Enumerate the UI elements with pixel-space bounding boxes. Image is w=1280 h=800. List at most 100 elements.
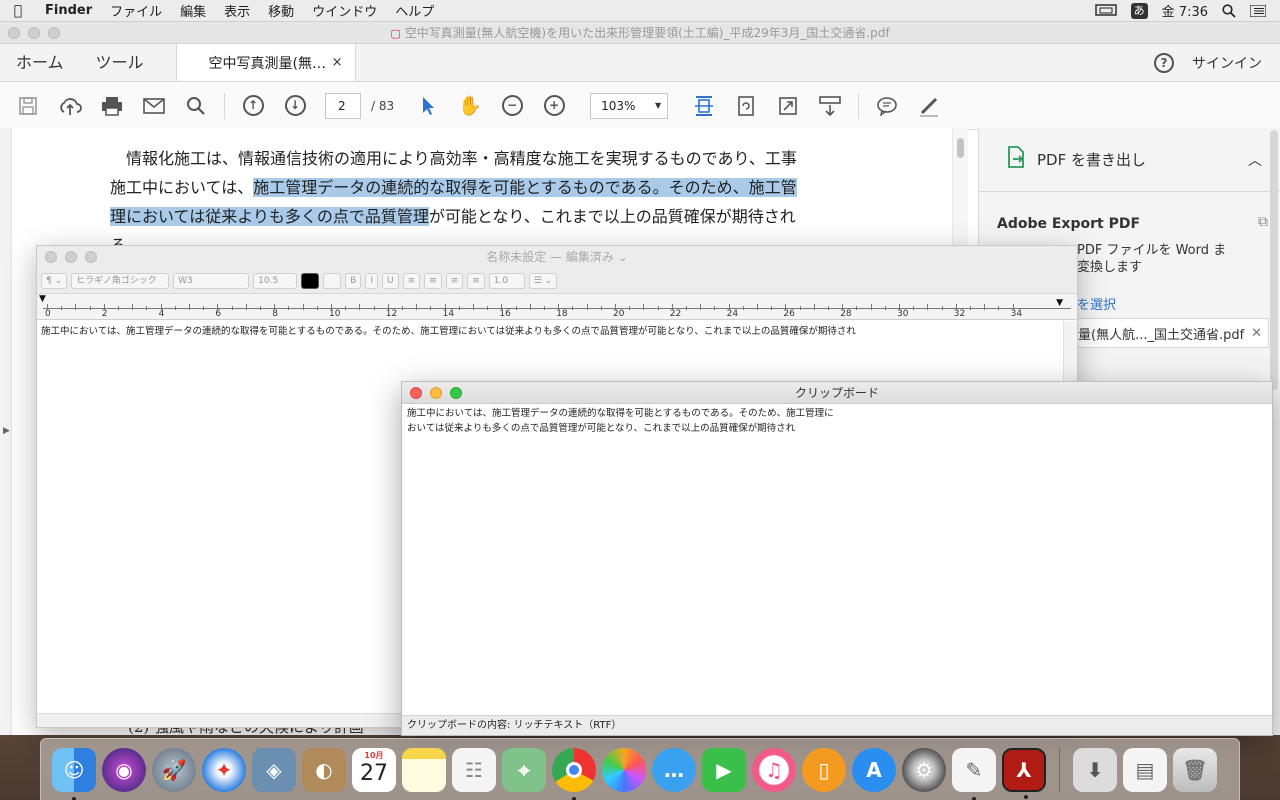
zoom-in-icon[interactable]: + bbox=[538, 90, 570, 122]
textedit-minimize-button[interactable] bbox=[65, 251, 77, 263]
page-number-input[interactable]: 2 bbox=[325, 92, 361, 119]
system-preferences-icon[interactable]: ⚙ bbox=[902, 747, 946, 792]
photos-icon[interactable] bbox=[602, 747, 646, 792]
launchpad-icon[interactable]: 🚀 bbox=[152, 747, 196, 792]
ruler[interactable]: ▼ 0 2 4 6 8 10 12 14 16 18 20 22 24 26 28 30 32 34 ▼ bbox=[37, 294, 1077, 320]
underline-button[interactable]: U bbox=[381, 272, 399, 289]
print-icon[interactable] bbox=[96, 90, 128, 122]
spotlight-search-icon[interactable] bbox=[1222, 3, 1236, 18]
finder-icon[interactable]: ☺ bbox=[52, 747, 96, 800]
clipboard-zoom-button[interactable] bbox=[450, 387, 462, 399]
highlight-pen-icon[interactable] bbox=[913, 90, 945, 122]
align-center-icon[interactable]: ≡ bbox=[424, 272, 442, 289]
line-spacing-select[interactable]: 1.0 bbox=[488, 272, 525, 289]
selected-file-field[interactable]: 量(無人航..._国土交通省.pdf ✕ bbox=[1073, 318, 1269, 348]
airplay-icon[interactable] bbox=[1094, 3, 1117, 18]
next-page-icon[interactable]: ↓ bbox=[279, 90, 311, 122]
chrome-icon[interactable] bbox=[552, 747, 596, 800]
chevron-up-icon[interactable]: ︿ bbox=[1248, 150, 1262, 170]
menu-file[interactable]: ファイル bbox=[101, 1, 171, 20]
left-indent-marker[interactable]: ▼ bbox=[39, 294, 46, 304]
remove-file-icon[interactable]: ✕ bbox=[1251, 326, 1262, 341]
trash-icon[interactable]: 🗑 bbox=[1173, 747, 1217, 792]
notification-center-icon[interactable] bbox=[1250, 4, 1266, 17]
clipboard-titlebar[interactable]: クリップボード bbox=[402, 382, 1272, 404]
previous-page-icon[interactable]: ↑ bbox=[237, 90, 269, 122]
menu-go[interactable]: 移動 bbox=[259, 1, 303, 20]
rotate-page-icon[interactable] bbox=[730, 90, 762, 122]
menu-app-finder[interactable]: Finder bbox=[36, 3, 101, 18]
export-pdf-header[interactable]: PDF を書き出し ︿ bbox=[979, 128, 1280, 192]
menu-help[interactable]: ヘルプ bbox=[386, 1, 443, 20]
reminders-icon[interactable]: ☷ bbox=[452, 747, 496, 792]
scroll-mode-icon[interactable] bbox=[814, 90, 846, 122]
acrobat-minimize-button[interactable] bbox=[28, 27, 40, 39]
paragraph-style-select[interactable]: ¶ ⌄ bbox=[41, 272, 68, 289]
font-size-select[interactable]: 10.5 bbox=[253, 272, 298, 289]
pane-scrollbar[interactable] bbox=[1270, 130, 1278, 390]
select-file-link[interactable]: を選択 bbox=[1077, 294, 1116, 313]
apple-menu-icon[interactable]:  bbox=[0, 3, 36, 19]
bold-button[interactable]: B bbox=[345, 272, 362, 289]
background-color-well[interactable] bbox=[323, 272, 342, 289]
close-tab-icon[interactable]: × bbox=[332, 55, 343, 70]
textedit-icon[interactable]: ✎ bbox=[952, 747, 996, 800]
clipboard-close-button[interactable] bbox=[410, 387, 422, 399]
textedit-zoom-button[interactable] bbox=[85, 251, 97, 263]
calendar-icon[interactable]: 10月 27 bbox=[352, 747, 396, 792]
copy-icon[interactable]: ⧉ bbox=[1258, 214, 1268, 230]
acrobat-titlebar[interactable]: ▢ 空中写真測量(無人航空機)を用いた出来形管理要領(土工編)_平成29年3月_国… bbox=[0, 22, 1280, 44]
app-store-icon[interactable]: A bbox=[852, 747, 896, 792]
save-icon[interactable] bbox=[12, 90, 44, 122]
search-icon[interactable] bbox=[180, 90, 212, 122]
font-family-select[interactable]: ヒラギノ角ゴシック bbox=[71, 272, 170, 289]
font-weight-select[interactable]: W3 bbox=[173, 272, 250, 289]
siri-icon[interactable]: ◉ bbox=[102, 747, 146, 792]
hand-tool-icon[interactable]: ✋ bbox=[454, 90, 486, 122]
right-indent-marker[interactable]: ▼ bbox=[1056, 298, 1063, 308]
acrobat-zoom-button[interactable] bbox=[48, 27, 60, 39]
preview-icon[interactable]: ◈ bbox=[252, 747, 296, 792]
italic-button[interactable]: I bbox=[365, 272, 378, 289]
select-cursor-icon[interactable] bbox=[412, 90, 444, 122]
email-icon[interactable] bbox=[138, 90, 170, 122]
tab-home[interactable]: ホーム bbox=[0, 44, 80, 81]
comment-icon[interactable] bbox=[871, 90, 903, 122]
tab-document[interactable]: 空中写真測量(無… × bbox=[175, 44, 356, 81]
textedit-titlebar[interactable]: 名称未設定 — 編集済み ⌄ bbox=[37, 246, 1077, 268]
contacts-icon[interactable]: ◐ bbox=[302, 747, 346, 792]
signin-link[interactable]: サインイン bbox=[1192, 53, 1262, 73]
help-icon[interactable]: ? bbox=[1154, 52, 1174, 73]
itunes-icon[interactable]: ♫ bbox=[752, 747, 796, 792]
acrobat-close-button[interactable] bbox=[8, 27, 20, 39]
ibooks-icon[interactable]: ▯ bbox=[802, 747, 846, 792]
acrobat-icon[interactable]: ⅄ bbox=[1002, 747, 1046, 799]
upload-cloud-icon[interactable] bbox=[54, 90, 86, 122]
messages-icon[interactable]: … bbox=[652, 747, 696, 792]
menu-edit[interactable]: 編集 bbox=[171, 1, 215, 20]
zoom-out-icon[interactable]: − bbox=[496, 90, 528, 122]
textedit-close-button[interactable] bbox=[45, 251, 57, 263]
align-right-icon[interactable]: ≡ bbox=[445, 272, 464, 289]
documents-stack-icon[interactable]: ▤ bbox=[1123, 747, 1167, 792]
input-method-icon[interactable]: あ bbox=[1130, 2, 1148, 19]
list-style-select[interactable]: ☰ ⌄ bbox=[528, 272, 558, 289]
notes-icon[interactable] bbox=[402, 747, 446, 792]
clipboard-minimize-button[interactable] bbox=[430, 387, 442, 399]
tab-tools[interactable]: ツール bbox=[80, 44, 160, 81]
maps-icon[interactable]: ⌖ bbox=[502, 747, 546, 792]
text-color-well[interactable] bbox=[301, 272, 320, 289]
document-scroll-thumb[interactable] bbox=[957, 138, 964, 158]
menu-view[interactable]: 表示 bbox=[215, 1, 259, 20]
fit-width-icon[interactable] bbox=[688, 90, 720, 122]
full-screen-icon[interactable] bbox=[772, 90, 804, 122]
menu-window[interactable]: ウインドウ bbox=[303, 1, 386, 20]
downloads-folder-icon[interactable]: ⬇ bbox=[1073, 747, 1117, 792]
menu-clock[interactable]: 金 7:36 bbox=[1162, 1, 1208, 20]
align-justify-icon[interactable]: ≡ bbox=[467, 272, 485, 289]
zoom-level-select[interactable]: 103% ▼ bbox=[590, 92, 669, 119]
left-panel-toggle[interactable]: ▶ bbox=[0, 128, 12, 735]
safari-icon[interactable]: ✦ bbox=[202, 747, 246, 792]
align-left-icon[interactable]: ≡ bbox=[402, 272, 421, 289]
facetime-icon[interactable]: ▶ bbox=[702, 747, 746, 792]
